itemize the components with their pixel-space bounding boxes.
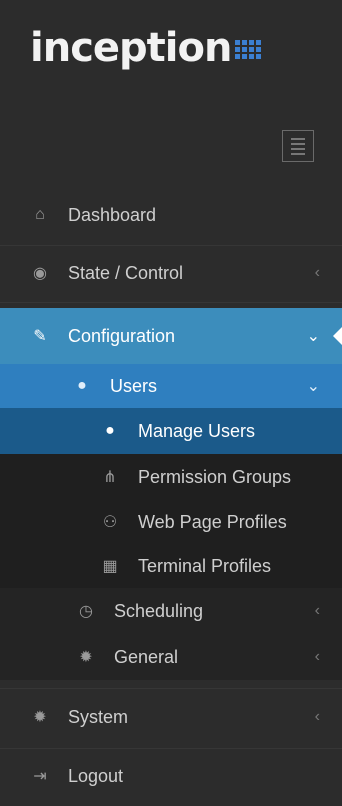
gear-icon: ✹ xyxy=(33,709,47,726)
menu-item-label: Permission Groups xyxy=(138,466,292,487)
menu-item-label: Manage Users xyxy=(138,420,256,441)
keypad-icon: ▦ xyxy=(102,558,118,575)
chevron-left-icon: ‹ xyxy=(314,602,320,619)
sidebar: inception ⌂ Dashboard ◉ State / Control … xyxy=(0,0,342,806)
sitemap-icon: ⋔ xyxy=(103,469,117,486)
menu-item-label: System xyxy=(68,706,129,727)
menu-item-label: Web Page Profiles xyxy=(138,511,287,532)
gear-icon: ✹ xyxy=(79,649,93,666)
users-icon: ⚇ xyxy=(102,514,118,531)
menu-item-dashboard[interactable]: ⌂ Dashboard xyxy=(0,195,342,235)
active-indicator xyxy=(333,327,342,345)
menu-item-label: Configuration xyxy=(68,325,176,346)
menu-item-label: Logout xyxy=(68,765,124,786)
user-icon: ● xyxy=(77,377,87,394)
menu-item-label: General xyxy=(114,646,179,667)
menu-item-logout[interactable]: ⇥ Logout xyxy=(0,756,342,796)
home-icon: ⌂ xyxy=(35,206,45,223)
clock-icon: ◷ xyxy=(79,603,93,620)
menu-item-terminal-profiles[interactable]: ▦ Terminal Profiles xyxy=(0,544,342,588)
sidebar-toggle-button[interactable] xyxy=(282,130,314,162)
menu-item-permission-groups[interactable]: ⋔ Permission Groups xyxy=(0,454,342,500)
logo: inception xyxy=(30,18,262,78)
menu-item-state-control[interactable]: ◉ State / Control ‹ xyxy=(0,252,342,294)
menu-item-label: Dashboard xyxy=(68,204,157,225)
menu-item-configuration[interactable]: ✎ Configuration ⌄ xyxy=(0,308,342,364)
edit-icon: ✎ xyxy=(33,328,47,345)
eye-icon: ◉ xyxy=(33,265,47,282)
user-icon: ● xyxy=(105,422,115,439)
logo-grid-icon xyxy=(235,39,262,59)
chevron-left-icon: ‹ xyxy=(314,708,320,725)
logo-text: inception xyxy=(30,25,232,71)
chevron-left-icon: ‹ xyxy=(314,264,320,281)
menu-item-users[interactable]: ● Users ⌄ xyxy=(0,364,342,408)
menu-item-label: Users xyxy=(110,375,158,396)
menu-item-general[interactable]: ✹ General ‹ xyxy=(0,634,342,680)
menu-item-web-page-profiles[interactable]: ⚇ Web Page Profiles xyxy=(0,500,342,544)
chevron-down-icon: ⌄ xyxy=(306,378,320,395)
menu-item-label: Scheduling xyxy=(114,600,204,621)
menu-item-scheduling[interactable]: ◷ Scheduling ‹ xyxy=(0,588,342,634)
menu-item-label: Terminal Profiles xyxy=(138,555,272,576)
menu-item-system[interactable]: ✹ System ‹ xyxy=(0,696,342,738)
menu-item-manage-users[interactable]: ● Manage Users xyxy=(0,408,342,454)
chevron-left-icon: ‹ xyxy=(314,648,320,665)
sign-out-icon: ⇥ xyxy=(33,768,47,785)
menu-item-label: State / Control xyxy=(68,262,184,283)
chevron-down-icon: ⌄ xyxy=(306,328,320,345)
